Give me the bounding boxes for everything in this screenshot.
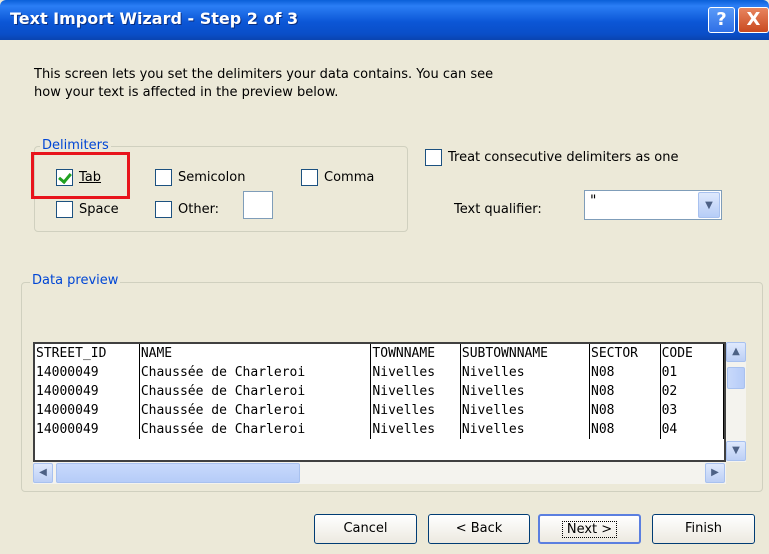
table-cell: Chaussée de Charleroi — [139, 382, 372, 401]
table-cell: Nivelles — [370, 363, 461, 382]
scroll-right-icon[interactable]: ▶ — [705, 463, 725, 483]
next-button[interactable]: Next > — [538, 514, 641, 544]
table-header-row: STREET_ID NAME TOWNNAME SUBTOWNNAME SECT… — [35, 344, 724, 363]
space-label: Space — [79, 202, 119, 217]
text-qualifier-label: Text qualifier: — [454, 202, 542, 217]
description-line-2: how your text is affected in the preview… — [34, 85, 339, 100]
table-cell: Chaussée de Charleroi — [139, 420, 372, 439]
data-preview-group-label: Data preview — [30, 273, 121, 288]
table-cell: 14000049 — [35, 401, 140, 420]
table-cell: Nivelles — [460, 363, 591, 382]
next-button-label: Next > — [561, 521, 618, 538]
table-cell: Chaussée de Charleroi — [139, 363, 372, 382]
header-cell: SECTOR — [589, 344, 661, 363]
table-cell: 02 — [660, 382, 724, 401]
semicolon-checkbox-box[interactable] — [155, 169, 172, 186]
table-cell: Nivelles — [370, 401, 461, 420]
other-checkbox-box[interactable] — [155, 201, 172, 218]
table-cell: Nivelles — [370, 382, 461, 401]
description-text: This screen lets you set the delimiters … — [34, 66, 594, 102]
table-cell: 01 — [660, 363, 724, 382]
header-cell: NAME — [139, 344, 372, 363]
help-icon[interactable]: ? — [708, 7, 735, 33]
chevron-down-icon[interactable]: ▼ — [698, 192, 720, 218]
cancel-button[interactable]: Cancel — [314, 514, 417, 544]
header-cell: SUBTOWNNAME — [460, 344, 591, 363]
table-cell: 14000049 — [35, 382, 140, 401]
data-preview-table: STREET_ID NAME TOWNNAME SUBTOWNNAME SECT… — [35, 344, 724, 439]
table-cell: 04 — [660, 420, 724, 439]
treat-consecutive-checkbox[interactable]: Treat consecutive delimiters as one — [425, 149, 678, 166]
close-icon[interactable]: X — [738, 7, 769, 33]
header-cell: CODE — [660, 344, 724, 363]
other-delimiter-input[interactable] — [243, 191, 273, 219]
text-qualifier-value: " — [590, 193, 597, 209]
table-cell: Nivelles — [460, 420, 591, 439]
treat-consecutive-checkbox-box[interactable] — [425, 149, 442, 166]
comma-label: Comma — [324, 170, 375, 185]
scroll-left-icon[interactable]: ◀ — [33, 463, 53, 483]
table-cell: N08 — [589, 363, 661, 382]
space-checkbox-box[interactable] — [56, 201, 73, 218]
data-preview-table-frame[interactable]: STREET_ID NAME TOWNNAME SUBTOWNNAME SECT… — [33, 342, 726, 462]
table-cell: Nivelles — [460, 382, 591, 401]
horizontal-scrollbar[interactable]: ◀ ▶ — [33, 462, 726, 484]
header-cell: TOWNNAME — [370, 344, 461, 363]
treat-consecutive-label: Treat consecutive delimiters as one — [448, 150, 679, 165]
table-cell: Chaussée de Charleroi — [139, 401, 372, 420]
tab-highlight-box — [31, 152, 130, 199]
semicolon-checkbox[interactable]: Semicolon — [155, 169, 245, 186]
delimiters-group-label: Delimiters — [40, 138, 111, 153]
title-bar[interactable]: Text Import Wizard - Step 2 of 3 ? X — [0, 0, 769, 40]
table-row: 14000049 Chaussée de Charleroi Nivelles … — [35, 363, 724, 382]
finish-button[interactable]: Finish — [652, 514, 755, 544]
text-qualifier-select[interactable]: " ▼ — [584, 190, 722, 220]
semicolon-label: Semicolon — [178, 170, 246, 185]
table-cell: Nivelles — [370, 420, 461, 439]
scroll-up-icon[interactable]: ▲ — [726, 342, 746, 362]
comma-checkbox-box[interactable] — [301, 169, 318, 186]
vertical-scrollbar[interactable]: ▲ ▼ — [726, 342, 746, 462]
table-row: 14000049 Chaussée de Charleroi Nivelles … — [35, 401, 724, 420]
table-cell: 14000049 — [35, 420, 140, 439]
header-cell: STREET_ID — [35, 344, 140, 363]
horizontal-scroll-thumb[interactable] — [56, 463, 300, 483]
back-button[interactable]: < Back — [428, 514, 530, 544]
comma-checkbox[interactable]: Comma — [301, 169, 374, 186]
other-checkbox[interactable]: Other: — [155, 201, 219, 218]
scroll-down-icon[interactable]: ▼ — [726, 441, 746, 461]
table-cell: N08 — [589, 401, 661, 420]
table-row: 14000049 Chaussée de Charleroi Nivelles … — [35, 382, 724, 401]
description-line-1: This screen lets you set the delimiters … — [34, 67, 494, 82]
space-checkbox[interactable]: Space — [56, 201, 119, 218]
vertical-scroll-thumb[interactable] — [727, 367, 745, 389]
window-title: Text Import Wizard - Step 2 of 3 — [10, 9, 299, 28]
table-cell: 14000049 — [35, 363, 140, 382]
table-row: 14000049 Chaussée de Charleroi Nivelles … — [35, 420, 724, 439]
text-import-wizard-dialog: Text Import Wizard - Step 2 of 3 ? X Thi… — [0, 0, 769, 554]
table-cell: N08 — [589, 420, 661, 439]
table-cell: 03 — [660, 401, 724, 420]
table-cell: Nivelles — [460, 401, 591, 420]
table-cell: N08 — [589, 382, 661, 401]
other-label: Other: — [178, 202, 220, 217]
